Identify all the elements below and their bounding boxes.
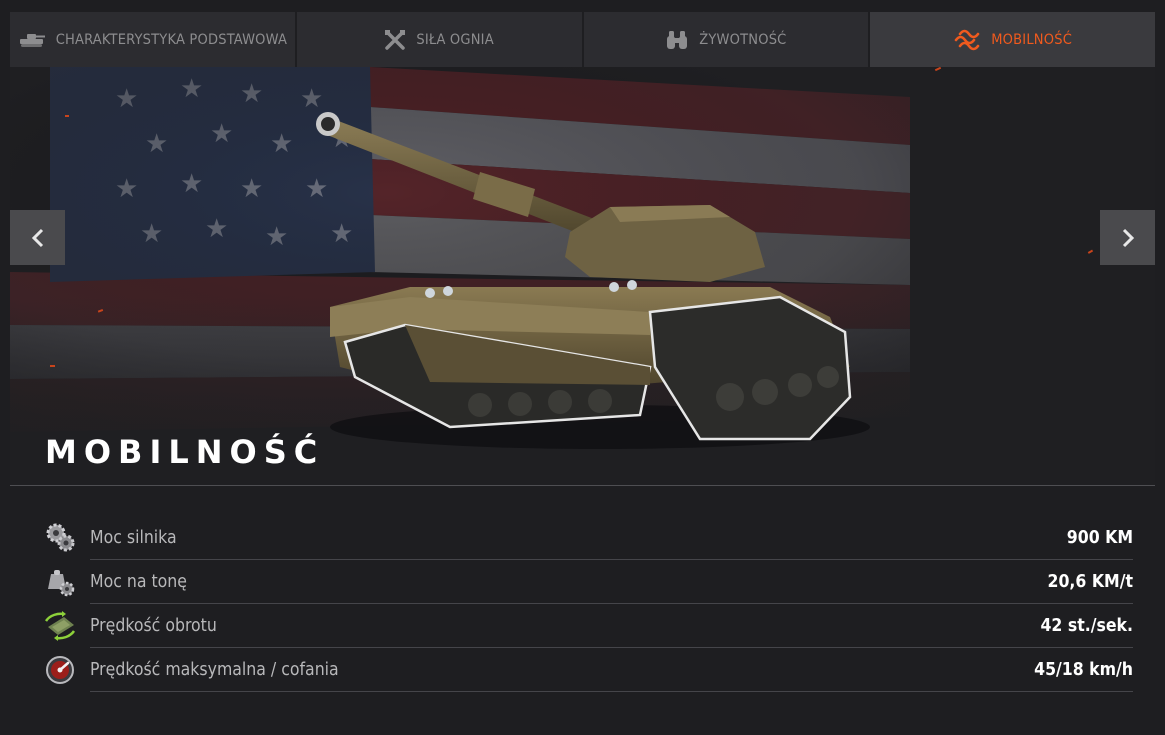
section-title: MOBILNOŚĆ — [45, 433, 325, 471]
chevron-left-icon — [31, 228, 43, 247]
stat-value: 42 st./sek. — [1040, 615, 1133, 636]
vehicle-showcase: ★ ★ ★ ★ ★ ★ ★ ★ ★ ★ ★ ★ ★ ★ ★ ★ — [10, 67, 1155, 485]
binoculars-icon — [667, 30, 688, 49]
stat-row-max-speed: Prędkość maksymalna / cofania 45/18 km/h — [42, 648, 1133, 692]
previous-button[interactable] — [10, 210, 65, 265]
tab-label: SIŁA OGNIA — [416, 31, 494, 48]
next-button[interactable] — [1100, 210, 1155, 265]
mobility-stats-list: Moc silnika 900 KM Moc na tonę 20,6 KM/t — [42, 516, 1133, 692]
stat-label: Prędkość obrotu — [90, 615, 217, 636]
stat-row-engine-power: Moc silnika 900 KM — [42, 516, 1133, 560]
tab-bar: CHARAKTERYSTYKA PODSTAWOWA SIŁA OGNIA ŻY… — [10, 12, 1155, 67]
stat-label: Moc na tonę — [90, 571, 187, 592]
speed-waves-icon — [954, 29, 980, 50]
stat-value: 900 KM — [1066, 527, 1133, 548]
tab-basic-characteristics[interactable]: CHARAKTERYSTYKA PODSTAWOWA — [10, 12, 295, 67]
tab-label: MOBILNOŚĆ — [991, 31, 1073, 48]
tank-icon — [19, 33, 45, 47]
stat-value: 20,6 KM/t — [1047, 571, 1133, 592]
divider — [10, 485, 1155, 486]
tab-mobility[interactable]: MOBILNOŚĆ — [870, 12, 1155, 67]
gears-icon — [42, 520, 78, 556]
tab-label: CHARAKTERYSTYKA PODSTAWOWA — [55, 31, 288, 48]
tab-firepower[interactable]: SIŁA OGNIA — [296, 12, 582, 67]
stat-value: 45/18 km/h — [1034, 659, 1133, 680]
crossed-guns-icon — [385, 29, 406, 50]
tab-survivability[interactable]: ŻYWOTNOŚĆ — [583, 12, 869, 67]
stat-label: Moc silnika — [90, 527, 177, 548]
chevron-right-icon — [1122, 228, 1134, 247]
flag-and-tank-illustration: ★ ★ ★ ★ ★ ★ ★ ★ ★ ★ ★ ★ ★ ★ ★ ★ — [10, 67, 1155, 485]
tab-label: ŻYWOTNOŚĆ — [699, 31, 787, 48]
stat-row-traverse-speed: Prędkość obrotu 42 st./sek. — [42, 604, 1133, 648]
rotation-icon — [42, 608, 78, 644]
stat-label: Prędkość maksymalna / cofania — [90, 659, 339, 680]
stat-row-power-to-weight: Moc na tonę 20,6 KM/t — [42, 560, 1133, 604]
speedometer-icon — [42, 652, 78, 688]
weight-gear-icon — [42, 564, 78, 600]
